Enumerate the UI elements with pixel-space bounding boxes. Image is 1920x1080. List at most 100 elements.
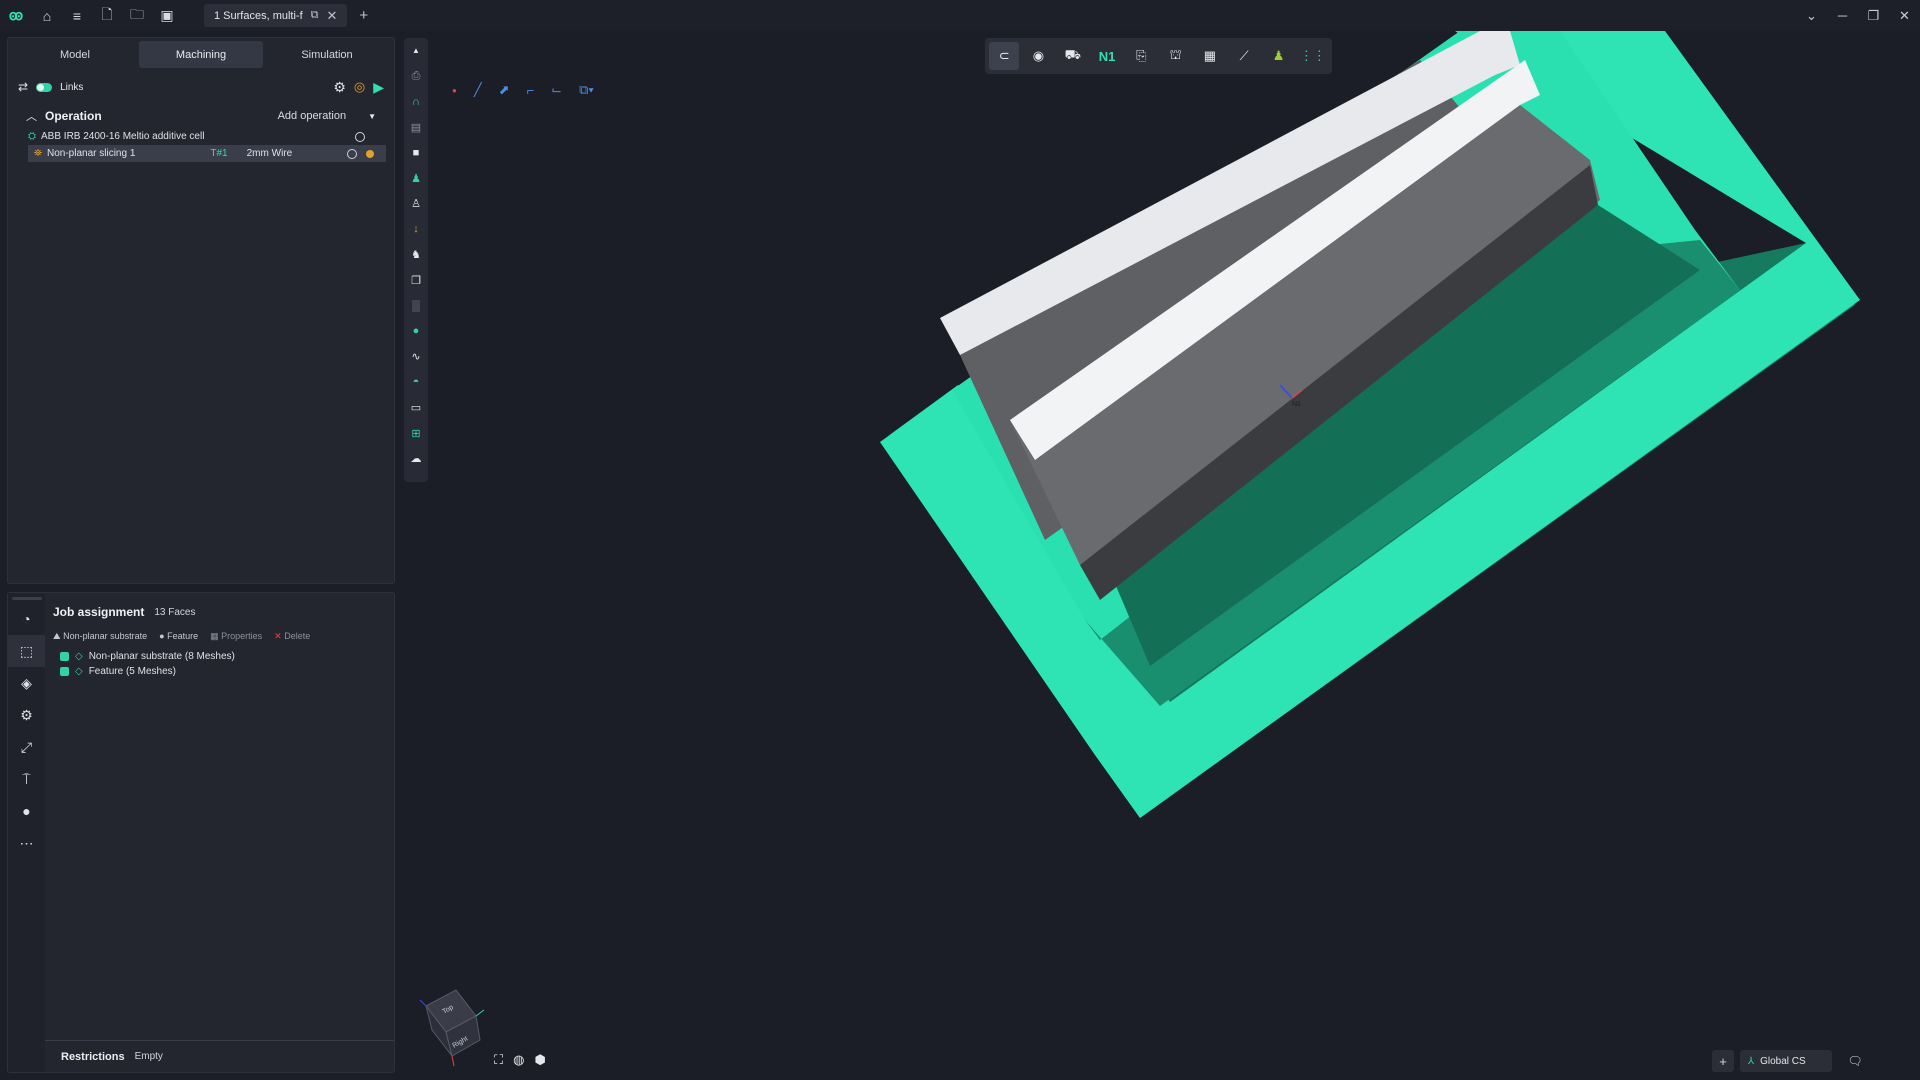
fit-view-icon[interactable]: ⛶	[494, 1052, 503, 1068]
cs-selector[interactable]: ⅄ Global CS	[1740, 1050, 1832, 1072]
tab-simulation[interactable]: Simulation	[265, 41, 389, 68]
box-view-icon[interactable]: ⬢	[534, 1052, 545, 1068]
slicing-icon: ⛯	[34, 148, 42, 159]
area-icon[interactable]: ⬚	[8, 635, 45, 667]
open-folder-icon[interactable]: 🗀	[122, 0, 152, 31]
notification-icon[interactable]: 🗨	[1844, 1050, 1866, 1072]
gear-icon[interactable]: ⚙	[8, 699, 45, 731]
view-mode-icons: ⛶ ◍ ⬢	[494, 1052, 546, 1068]
grip-bar	[8, 593, 45, 603]
axis-y-line	[475, 1009, 485, 1017]
minimize-button[interactable]: ─	[1827, 8, 1858, 23]
links-toggle[interactable]	[36, 82, 53, 92]
checkbox[interactable]	[60, 667, 69, 676]
tab-machining[interactable]: Machining	[139, 41, 263, 68]
magnet-icon[interactable]: ⊂	[989, 42, 1020, 70]
grid-view-icon[interactable]: ⋮⋮	[1298, 42, 1328, 70]
curve-icon[interactable]: ∿	[404, 344, 428, 370]
run-play-icon[interactable]: ▶	[373, 79, 384, 96]
3d-viewport[interactable]: N1	[430, 31, 1920, 1080]
close-tab-icon[interactable]: ✕	[327, 8, 338, 24]
robot-icon: ⛭	[28, 131, 36, 142]
settings-gear-icon[interactable]: ⚙	[333, 79, 346, 96]
links-icon: ⇄	[18, 80, 29, 94]
pin-icon[interactable]: ↓	[404, 217, 428, 243]
add-operation-dropdown-icon[interactable]: ▼	[368, 112, 376, 121]
home-icon[interactable]: ⌂	[32, 0, 62, 31]
add-operation-button[interactable]: Add operation	[278, 110, 347, 122]
list-item[interactable]: ◇ Feature (5 Meshes)	[60, 664, 394, 679]
view-globe-icon[interactable]: ◉	[1023, 42, 1053, 70]
visibility-circle-icon[interactable]	[355, 131, 365, 142]
path-icon[interactable]: ∩	[404, 89, 428, 115]
visibility-circle-icon[interactable]	[347, 148, 357, 159]
close-window-button[interactable]: ✕	[1889, 8, 1920, 24]
title-bar: ꙭ ⌂ ≡ 🗋 🗀 ▣ 1 Surfaces, multi-f ⧉ ✕ + ⌄ …	[0, 0, 1920, 31]
robot-arm-icon[interactable]: ♞	[404, 242, 428, 268]
print-icon[interactable]: ⎙	[404, 64, 428, 90]
info-icon[interactable]: ●	[8, 795, 45, 827]
links-row: ⇄ Links ⚙ ◎ ▶	[8, 72, 394, 102]
layer-icon[interactable]: ▤	[404, 115, 428, 141]
collapse-chevron-icon[interactable]: ︿	[26, 108, 37, 124]
new-file-icon[interactable]: 🗋	[92, 0, 122, 31]
deposit-icon[interactable]: ♟	[404, 166, 428, 192]
tool-icon[interactable]: ⍑	[8, 763, 45, 795]
book-icon[interactable]: ▭	[404, 395, 428, 421]
properties-button[interactable]: ▦ Properties	[210, 631, 262, 642]
surface-icon[interactable]: ◓	[404, 370, 428, 396]
menu-icon[interactable]: ≡	[62, 0, 92, 31]
navigation-cube[interactable]: Top Right	[418, 988, 488, 1068]
shading-icon[interactable]: ◍	[513, 1052, 524, 1068]
export-icon[interactable]: ⎘	[1126, 42, 1156, 70]
save-icon[interactable]: ▣	[152, 0, 182, 31]
feature-button[interactable]: ● Feature	[159, 631, 198, 641]
tree-item-label: ABB IRB 2400-16 Meltio additive cell	[41, 131, 205, 142]
chart-icon[interactable]: ⟋	[1229, 42, 1259, 70]
coordinate-system-bar: + ⅄ Global CS 🗨	[1712, 1050, 1866, 1072]
job-title: Job assignment	[53, 605, 145, 619]
view-toolbar: ⊂ ◉ ⛟ N1 ⎘ ⛫ ▦ ⟋ ♟ ⋮⋮	[985, 38, 1332, 74]
script-icon[interactable]: ❐	[404, 268, 428, 294]
more-icon[interactable]: ⋯	[8, 827, 45, 859]
maximize-button[interactable]: ❐	[1858, 8, 1889, 24]
window-controls: ⌄ ─ ❐ ✕	[1796, 0, 1920, 31]
gift-icon[interactable]: ⛫	[1160, 42, 1190, 70]
job-icon[interactable]: ◔	[8, 603, 45, 635]
grid-icon[interactable]: ▒	[404, 293, 428, 319]
links-label: Links	[60, 81, 84, 93]
add-cs-button[interactable]: +	[1712, 1050, 1734, 1072]
axis-z-line	[419, 999, 427, 1007]
restrictions-bar[interactable]: Restrictions Empty	[45, 1040, 394, 1072]
job-count: 13 Faces	[154, 606, 196, 618]
checkbox[interactable]	[60, 652, 69, 661]
panel-tabs: Model Machining Simulation	[8, 38, 394, 68]
n1-view-button[interactable]: N1	[1092, 42, 1122, 70]
new-tab-button[interactable]: +	[359, 7, 368, 24]
nozzle-view-icon[interactable]: ♟	[1263, 42, 1293, 70]
machine-view-icon[interactable]: ⛟	[1058, 42, 1088, 70]
nozzle-icon[interactable]: ♙	[404, 191, 428, 217]
popout-icon[interactable]: ⧉	[311, 9, 319, 22]
collapse-up-icon[interactable]: ▲	[404, 38, 428, 64]
operation-panel: Model Machining Simulation ⇄ Links ⚙ ◎ ▶…	[7, 37, 395, 584]
sheet-icon[interactable]: ■	[404, 140, 428, 166]
tab-model[interactable]: Model	[13, 41, 137, 68]
list-item[interactable]: ◇ Non-planar substrate (8 Meshes)	[60, 649, 394, 664]
tree-item-operation[interactable]: ⛯ Non-planar slicing 1 T#1 2mm Wire	[28, 145, 386, 162]
point-icon[interactable]: ●	[404, 319, 428, 345]
chevron-down-icon[interactable]: ⌄	[1796, 8, 1827, 24]
document-tab[interactable]: 1 Surfaces, multi-f ⧉ ✕	[204, 4, 348, 27]
mesh-icon: ◇	[75, 651, 83, 662]
substrate-button[interactable]: ⛰ Non-planar substrate	[53, 631, 147, 642]
cloud-icon[interactable]: ☁	[404, 446, 428, 472]
compass-icon[interactable]: ◈	[8, 667, 45, 699]
calculate-icon[interactable]: ◎	[354, 79, 365, 95]
wire-label: 2mm Wire	[246, 148, 293, 159]
tree-item-machine[interactable]: ⛭ ABB IRB 2400-16 Meltio additive cell	[8, 128, 394, 145]
table-icon[interactable]: ▦	[1195, 42, 1225, 70]
job-panel: ◔ ⬚ ◈ ⚙ ⤢ ⍑ ● ⋯ Job assignment 13 Faces …	[7, 592, 395, 1073]
calc-icon[interactable]: ⊞	[404, 421, 428, 447]
link-icon[interactable]: ⤢	[8, 731, 45, 763]
delete-button[interactable]: ✕ Delete	[274, 631, 310, 642]
